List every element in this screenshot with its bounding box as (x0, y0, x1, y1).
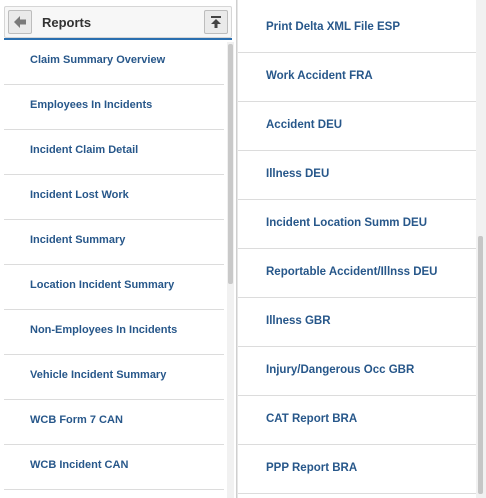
right-scrollbar[interactable] (476, 0, 486, 498)
list-item[interactable]: Incident Lost Work (4, 175, 224, 220)
list-item-label[interactable]: Incident Location Summ DEU (266, 217, 427, 229)
list-item-label[interactable]: WCB Incident CAN (30, 459, 128, 471)
list-item-label[interactable]: Incident Lost Work (30, 189, 129, 201)
list-item[interactable]: Claim Summary Overview (4, 40, 224, 85)
list-item-label[interactable]: Employees In Incidents (30, 99, 152, 111)
left-scrollbar[interactable] (227, 42, 234, 498)
list-item[interactable]: Non-Employees In Incidents (4, 310, 224, 355)
list-item[interactable]: Location Incident Summary (4, 265, 224, 310)
list-item-label[interactable]: Reportable Accident/Illnss DEU (266, 266, 437, 278)
list-item-label[interactable]: CAT Report BRA (266, 413, 357, 425)
list-item[interactable]: PPP Report BRA (238, 445, 476, 494)
scroll-to-top-button[interactable] (204, 10, 228, 34)
list-item[interactable]: Incident Location Summ DEU (238, 200, 476, 249)
list-item-label[interactable]: Injury/Dangerous Occ GBR (266, 364, 414, 376)
list-item-label[interactable]: Incident Claim Detail (30, 144, 138, 156)
scroll-to-top-icon (211, 16, 221, 28)
list-item[interactable]: CAT Report BRA (238, 396, 476, 445)
left-report-list: Claim Summary Overview Employees In Inci… (4, 40, 224, 490)
list-item-label[interactable]: Illness GBR (266, 315, 331, 327)
list-item-label[interactable]: Illness DEU (266, 168, 329, 180)
list-item[interactable]: Vehicle Incident Summary (4, 355, 224, 400)
list-item[interactable]: Print Delta XML File ESP (238, 4, 476, 53)
page-title: Reports (42, 15, 92, 30)
list-item-label[interactable]: Claim Summary Overview (30, 54, 165, 66)
list-item-label[interactable]: Work Accident FRA (266, 70, 373, 82)
arrow-left-icon (14, 16, 26, 28)
list-item[interactable]: Reportable Accident/Illnss DEU (238, 249, 476, 298)
right-scrollbar-thumb[interactable] (478, 236, 483, 494)
left-scrollbar-thumb[interactable] (228, 44, 233, 284)
list-item[interactable]: Accident DEU (238, 102, 476, 151)
list-item[interactable]: Incident Summary (4, 220, 224, 265)
reports-header: Reports (4, 6, 232, 38)
reports-nav-panel: Reports Claim Summary Overview Employees… (0, 0, 237, 498)
list-item[interactable]: Injury/Dangerous Occ GBR (238, 347, 476, 396)
list-item-label[interactable]: Print Delta XML File ESP (266, 21, 400, 33)
list-item[interactable]: Incident Claim Detail (4, 130, 224, 175)
list-item-label[interactable]: Incident Summary (30, 234, 125, 246)
list-item[interactable]: WCB Incident CAN (4, 445, 224, 490)
list-item[interactable]: Employees In Incidents (4, 85, 224, 130)
list-item-label[interactable]: Accident DEU (266, 119, 342, 131)
list-item-label[interactable]: PPP Report BRA (266, 462, 357, 474)
report-items-panel: Print Delta XML File ESP Work Accident F… (238, 0, 476, 498)
list-item-label[interactable]: Location Incident Summary (30, 279, 174, 291)
list-item[interactable]: Illness DEU (238, 151, 476, 200)
right-report-list: Print Delta XML File ESP Work Accident F… (238, 4, 476, 494)
list-item-label[interactable]: Vehicle Incident Summary (30, 369, 166, 381)
list-item[interactable]: Work Accident FRA (238, 53, 476, 102)
back-button[interactable] (8, 10, 32, 34)
list-item[interactable]: Illness GBR (238, 298, 476, 347)
list-item-label[interactable]: Non-Employees In Incidents (30, 324, 177, 336)
list-item-label[interactable]: WCB Form 7 CAN (30, 414, 123, 426)
list-item[interactable]: WCB Form 7 CAN (4, 400, 224, 445)
